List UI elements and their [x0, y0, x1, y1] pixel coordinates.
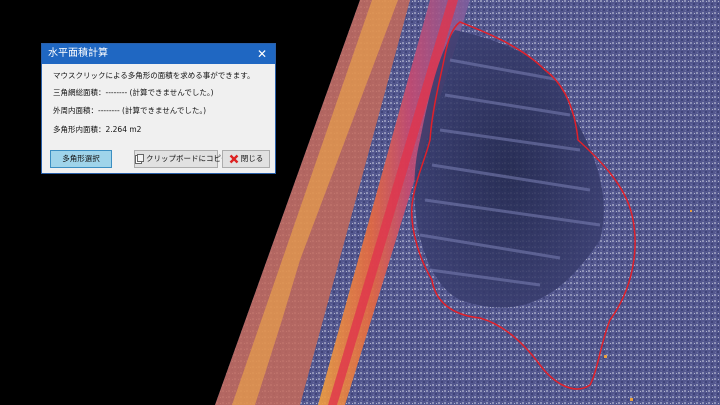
- copy-clipboard-label: クリップボードにコピー: [146, 154, 229, 163]
- area-calc-dialog: 水平面積計算 ✕ マウスクリックによる多角形の面積を求める事ができます。 三角網…: [41, 43, 276, 174]
- polygon-select-label: 多角形選択: [62, 154, 100, 163]
- polygon-area: 多角形内面積：2.264 m2: [53, 125, 142, 134]
- close-label: 閉じる: [240, 154, 264, 163]
- dialog-titlebar[interactable]: 水平面積計算 ✕: [42, 44, 275, 64]
- close-button[interactable]: 閉じる: [222, 150, 270, 168]
- polygon-select-button[interactable]: 多角形選択: [50, 150, 112, 168]
- copy-clipboard-button[interactable]: クリップボードにコピー: [134, 150, 229, 168]
- close-icon[interactable]: ✕: [253, 45, 271, 63]
- triangle-mesh-area: 三角網総面積：-------- (計算できませんでした。): [53, 88, 214, 97]
- dialog-title: 水平面積計算: [48, 48, 108, 59]
- outer-area: 外周内面積：-------- (計算できませんでした。): [53, 106, 207, 115]
- instruction-text: マウスクリックによる多角形の面積を求める事ができます。: [53, 71, 255, 80]
- clipboard-icon: [135, 154, 144, 164]
- red-x-icon: [229, 154, 239, 164]
- dialog-body: マウスクリックによる多角形の面積を求める事ができます。 三角網総面積：-----…: [42, 64, 275, 173]
